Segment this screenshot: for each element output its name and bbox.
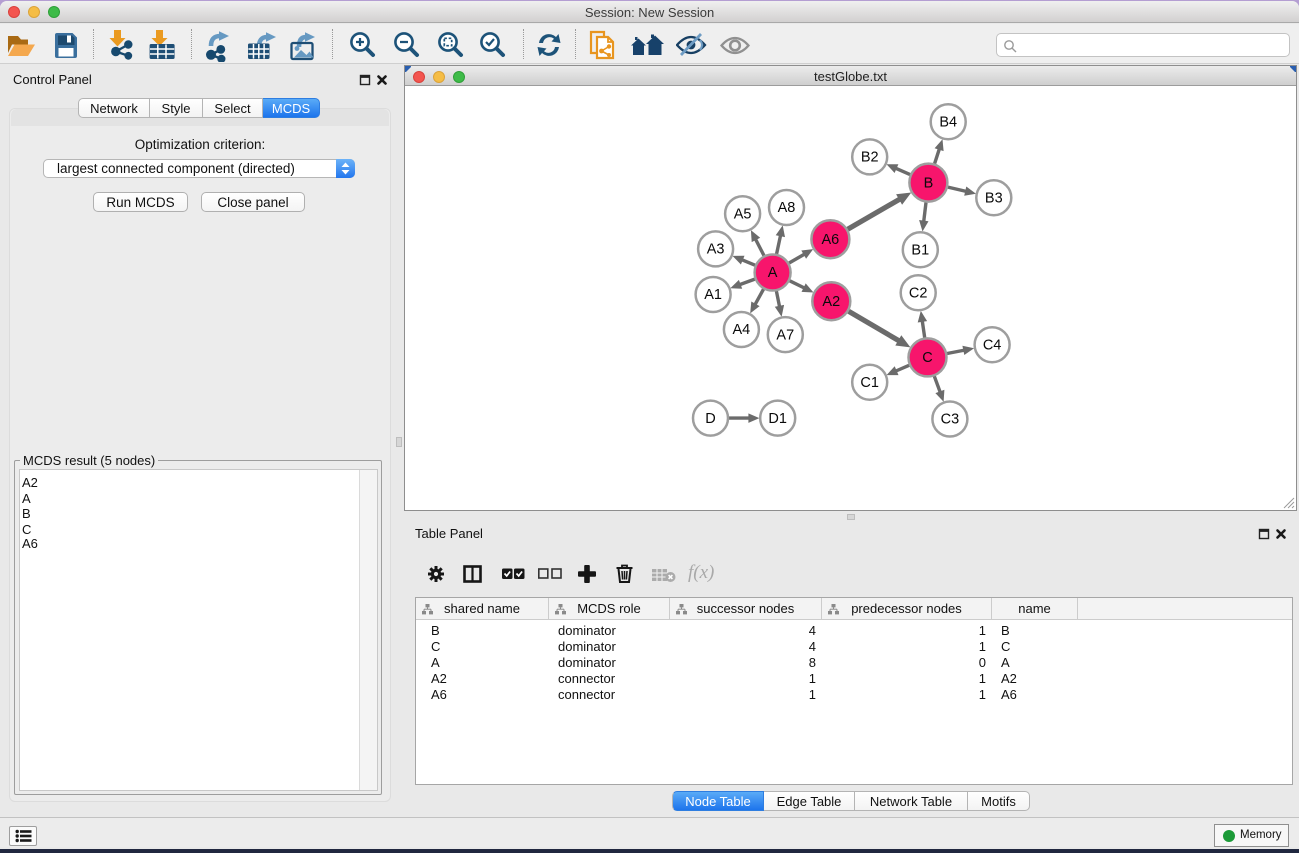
svg-text:D1: D1 — [768, 411, 787, 427]
svg-text:C1: C1 — [860, 375, 879, 391]
svg-text:A3: A3 — [707, 242, 725, 258]
svg-text:B4: B4 — [939, 115, 957, 131]
svg-text:A1: A1 — [704, 287, 722, 303]
svg-text:C: C — [922, 350, 932, 366]
svg-text:C3: C3 — [941, 412, 960, 428]
svg-text:A: A — [768, 265, 778, 281]
svg-text:A8: A8 — [778, 200, 796, 216]
svg-text:A6: A6 — [822, 232, 840, 248]
svg-text:C2: C2 — [909, 286, 928, 302]
svg-text:C4: C4 — [983, 337, 1002, 353]
svg-text:A5: A5 — [734, 207, 752, 223]
svg-text:B1: B1 — [911, 242, 929, 258]
svg-text:D: D — [705, 411, 715, 427]
svg-text:A4: A4 — [733, 322, 751, 338]
svg-text:B2: B2 — [861, 150, 879, 166]
svg-text:A7: A7 — [776, 327, 794, 343]
svg-text:B: B — [924, 175, 934, 191]
svg-text:A2: A2 — [822, 294, 840, 310]
svg-text:B3: B3 — [985, 191, 1003, 207]
